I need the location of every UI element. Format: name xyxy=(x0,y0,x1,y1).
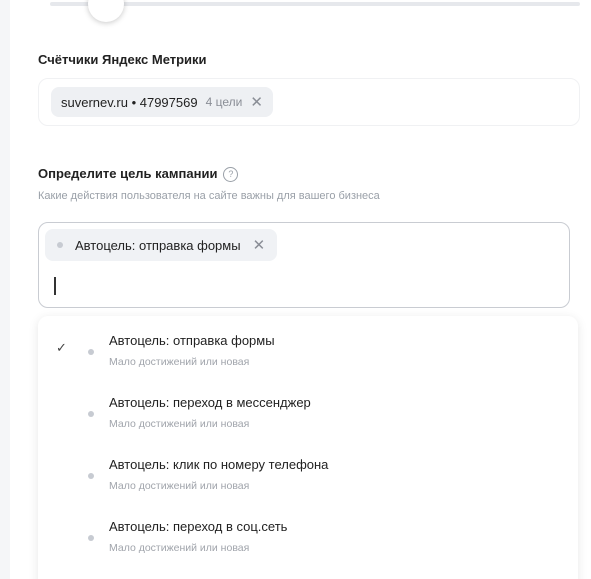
counter-name: suvernev.ru • 47997569 xyxy=(61,94,198,110)
campaign-goal-title-text: Определите цель кампании xyxy=(38,166,218,181)
counter-goals-count: 4 цели xyxy=(205,95,243,109)
goal-option-label: Автоцель: отправка формы xyxy=(109,333,275,348)
selected-goal-chip: Автоцель: отправка формы ✕ xyxy=(45,229,278,261)
goal-option-label: Автоцель: клик по номеру телефона xyxy=(109,457,329,472)
goal-option-status: Мало достижений или новая xyxy=(109,480,250,492)
goal-dot-icon xyxy=(57,242,63,248)
goal-dot-icon xyxy=(88,473,94,479)
goal-dot-icon xyxy=(88,411,94,417)
help-icon[interactable]: ? xyxy=(223,167,239,182)
metrika-counters-field[interactable]: suvernev.ru • 47997569 4 цели ✕ xyxy=(38,78,580,126)
remove-counter-icon[interactable]: ✕ xyxy=(250,95,263,110)
slider-handle[interactable] xyxy=(88,0,124,22)
campaign-settings-card: Счётчики Яндекс Метрики suvernev.ru • 47… xyxy=(10,0,591,579)
metrika-counters-title: Счётчики Яндекс Метрики xyxy=(38,52,207,67)
goal-dropdown: ✓ Автоцель: отправка формы Мало достижен… xyxy=(38,316,578,579)
goal-option-status: Мало достижений или новая xyxy=(109,542,250,554)
goal-option[interactable]: Автоцель: переход в соц.сеть Мало достиж… xyxy=(38,502,578,558)
selected-goal-label: Автоцель: отправка формы xyxy=(75,237,241,253)
goal-option-label: Автоцель: переход в мессенджер xyxy=(109,395,311,410)
campaign-goal-field[interactable]: Автоцель: отправка формы ✕ xyxy=(38,222,570,308)
goal-option-status: Мало достижений или новая xyxy=(109,356,250,368)
checkmark-icon: ✓ xyxy=(56,340,67,355)
goal-option-label: Автоцель: переход в соц.сеть xyxy=(109,519,288,534)
campaign-goal-title: Определите цель кампании? xyxy=(38,166,239,182)
slider-track[interactable] xyxy=(50,0,580,22)
text-cursor xyxy=(54,277,56,295)
goal-dot-icon xyxy=(88,349,94,355)
goal-option[interactable]: Автоцель: клик по номеру телефона Мало д… xyxy=(38,440,578,496)
goal-option[interactable]: ✓ Автоцель: отправка формы Мало достижен… xyxy=(38,316,578,372)
goal-dot-icon xyxy=(88,535,94,541)
counter-chip: suvernev.ru • 47997569 4 цели ✕ xyxy=(51,87,273,117)
remove-goal-icon[interactable]: ✕ xyxy=(253,238,266,253)
campaign-goal-subtitle: Какие действия пользователя на сайте важ… xyxy=(38,190,380,202)
goal-option[interactable]: Автоцель: переход в мессенджер Мало дост… xyxy=(38,378,578,434)
goal-option-status: Мало достижений или новая xyxy=(109,418,250,430)
